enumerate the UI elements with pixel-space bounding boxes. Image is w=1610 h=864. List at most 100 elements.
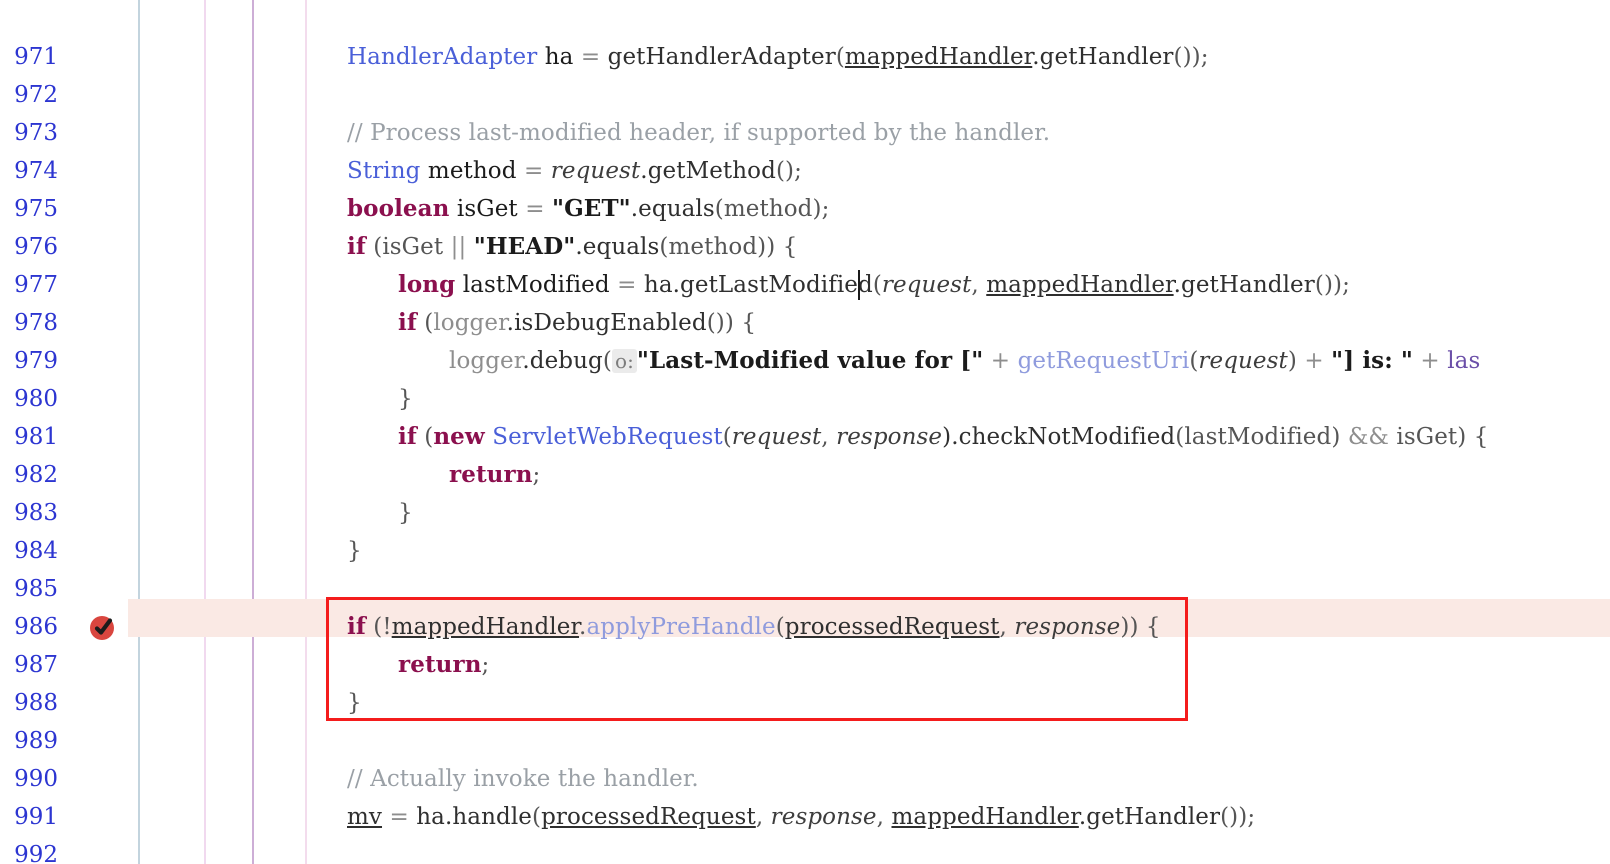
code-token: mv (347, 804, 383, 830)
code-token: (lastModified) (1175, 424, 1348, 450)
line-number: 983 (14, 500, 58, 526)
code-token: ; (481, 652, 490, 678)
code-line[interactable]: return; (449, 456, 540, 494)
code-token: , (876, 804, 892, 830)
code-line[interactable]: if (logger.isDebugEnabled()) { (398, 304, 756, 342)
code-token: , (971, 272, 987, 298)
code-token: ( (835, 44, 845, 70)
code-line[interactable]: HandlerAdapter ha = getHandlerAdapter(ma… (347, 38, 1209, 76)
code-line[interactable]: } (347, 532, 362, 570)
code-token: || (450, 234, 467, 260)
code-token: ( (722, 424, 732, 450)
code-token: .getHandler (1032, 44, 1174, 70)
code-token: = (617, 272, 637, 298)
code-token: mappedHandler (986, 272, 1174, 298)
line-number: 972 (14, 82, 58, 108)
code-token: "] is: " (1331, 347, 1414, 374)
line-number: 980 (14, 386, 58, 412)
breakpoint-verified-icon[interactable] (88, 612, 118, 642)
code-token: "GET" (551, 195, 631, 222)
code-token: = (525, 196, 545, 222)
line-number: 974 (14, 158, 58, 184)
code-token: } (347, 690, 362, 716)
code-line[interactable]: if (!mappedHandler.applyPreHandle(proces… (347, 608, 1161, 646)
code-token: "HEAD" (473, 233, 576, 260)
code-token: boolean (347, 195, 450, 222)
code-line[interactable]: } (347, 684, 362, 722)
line-number: 982 (14, 462, 58, 488)
code-token: (isGet (365, 234, 451, 260)
code-token: .debug (522, 348, 603, 374)
code-token: = (580, 44, 601, 70)
code-token: .isDebugEnabled (506, 310, 707, 336)
code-token: getRequestUri (1017, 348, 1190, 374)
code-token: } (398, 500, 413, 526)
code-token: if (347, 613, 366, 640)
code-token: if (398, 423, 417, 450)
code-editor[interactable]: 971 972 973 974 975 976 977 978 979 980 981 982 983 9… (0, 0, 1610, 864)
line-number: 989 (14, 728, 58, 754)
code-token: )) { (1120, 614, 1161, 640)
code-token: response (1014, 614, 1121, 640)
code-token: .getMethod (640, 158, 776, 184)
code-token: request (731, 424, 822, 450)
line-number: 979 (14, 348, 58, 374)
code-line[interactable]: // Actually invoke the handler. (347, 760, 699, 798)
code-token: response (836, 424, 943, 450)
code-token: "Last-Modified value for [" (636, 347, 984, 374)
code-line[interactable]: if (new ServletWebRequest(request, respo… (398, 418, 1488, 456)
code-token: .equals (575, 234, 660, 260)
code-token: (method)) { (659, 234, 798, 260)
code-token: , (821, 424, 837, 450)
code-line[interactable]: long lastModified = ha.getLastModified(r… (398, 266, 1350, 304)
breakpoint-svg (90, 616, 114, 640)
code-text-area[interactable]: HandlerAdapter ha = getHandlerAdapter(ma… (0, 0, 1610, 864)
code-token: = (523, 158, 544, 184)
code-line[interactable]: } (398, 494, 413, 532)
code-line[interactable]: logger.debug(o: "Last-Modified value for … (449, 342, 1480, 380)
code-line[interactable]: mv = ha.handle(processedRequest, respons… (347, 798, 1255, 836)
code-token: applyPreHandle (586, 614, 776, 640)
code-token: , (755, 804, 771, 830)
code-token: ( (416, 424, 434, 450)
code-token: ()); (1314, 272, 1350, 298)
line-number: 987 (14, 652, 58, 678)
code-line[interactable]: if (isGet || "HEAD".equals(method)) { (347, 228, 797, 266)
code-line[interactable]: String method = request.getMethod(); (347, 152, 802, 190)
code-token: ).checkNotModified (942, 424, 1176, 450)
code-token: ; (532, 462, 541, 488)
editor-gutter[interactable]: 971 972 973 974 975 976 977 978 979 980 981 982 983 9… (0, 0, 128, 864)
code-token: ha (537, 44, 581, 70)
code-line[interactable]: // Process last-modified header, if supp… (347, 114, 1050, 152)
code-token: mappedHandler (391, 614, 580, 640)
code-token: mappedHandler (844, 44, 1033, 70)
code-token: ha.handle (408, 804, 532, 830)
code-line[interactable]: return; (398, 646, 489, 684)
line-number: 981 (14, 424, 58, 450)
code-line[interactable]: } (398, 380, 413, 418)
code-token: .equals (630, 196, 715, 222)
code-token: if (398, 309, 417, 336)
line-number: 984 (14, 538, 58, 564)
line-number: 988 (14, 690, 58, 716)
code-token: + (1413, 348, 1448, 374)
code-token: mappedHandler (891, 804, 1079, 830)
code-token: processedRequest (784, 614, 1000, 640)
code-token: String (347, 158, 421, 184)
code-token: getHandlerAdapter (600, 44, 836, 70)
code-token: request (550, 158, 641, 184)
code-token: method (420, 158, 524, 184)
code-token: isGet) { (1388, 424, 1489, 450)
code-token: } (398, 386, 413, 412)
parameter-hint: o: (611, 349, 637, 373)
code-line[interactable]: boolean isGet = "GET".equals(method); (347, 190, 829, 228)
code-token: .getHandler (1078, 804, 1221, 830)
code-token: // Process last-modified header, if supp… (347, 120, 1051, 146)
line-number: 991 (14, 804, 58, 830)
code-token: + (983, 348, 1018, 374)
code-token: if (347, 233, 366, 260)
text-caret (858, 270, 860, 300)
code-token: logger (433, 310, 507, 336)
